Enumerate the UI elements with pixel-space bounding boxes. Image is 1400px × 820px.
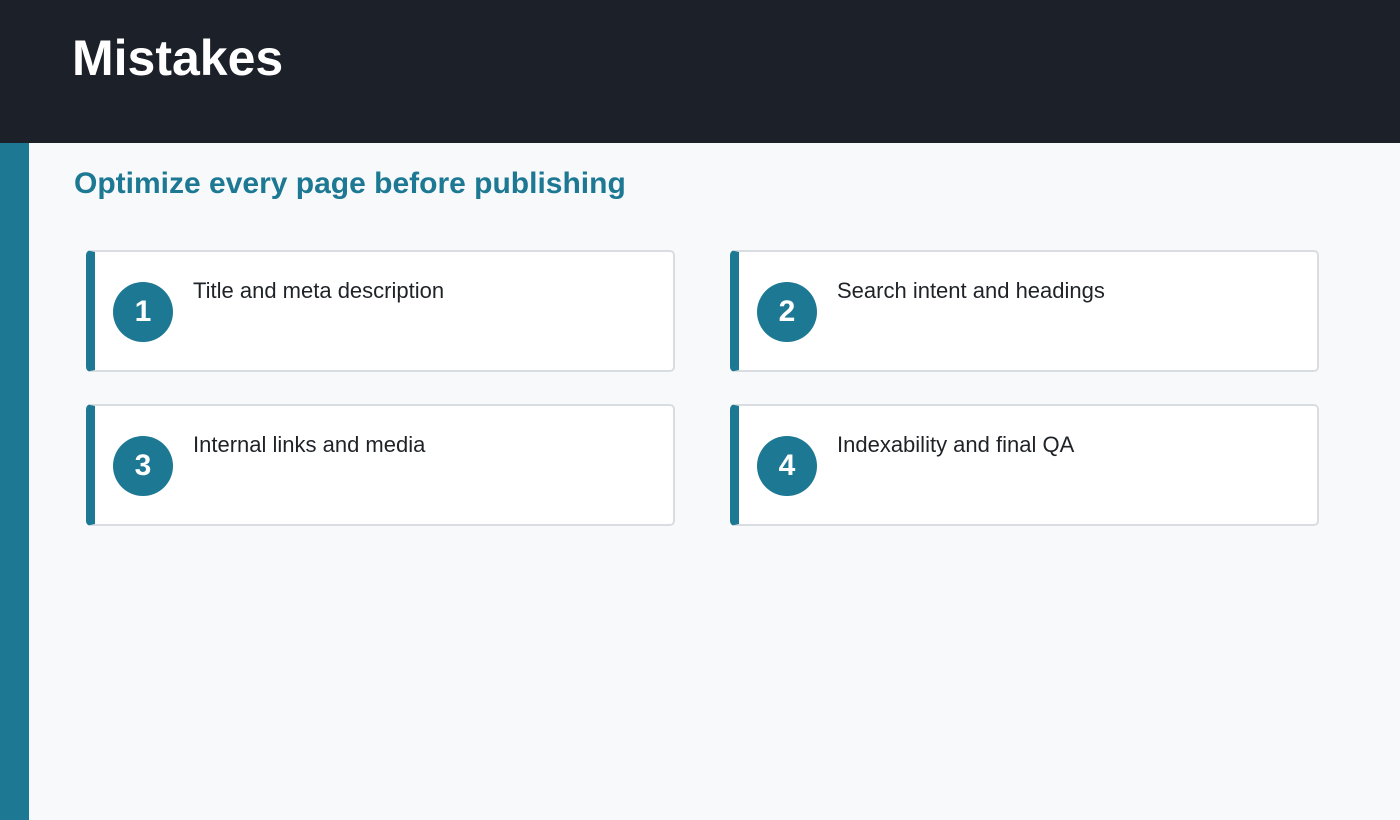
header-bar: Mistakes — [0, 0, 1400, 143]
side-accent-bar — [0, 143, 29, 820]
step-number-badge: 4 — [757, 436, 817, 496]
checklist-card-3: 3 Internal links and media — [86, 404, 675, 526]
step-number-badge: 3 — [113, 436, 173, 496]
checklist-card-1: 1 Title and meta description — [86, 250, 675, 372]
step-number-badge: 1 — [113, 282, 173, 342]
section-subtitle: Optimize every page before publishing — [74, 167, 626, 200]
checklist-card-2: 2 Search intent and headings — [730, 250, 1319, 372]
checklist-item-label: Indexability and final QA — [837, 432, 1075, 457]
checklist-card-4: 4 Indexability and final QA — [730, 404, 1319, 526]
checklist-item-label: Title and meta description — [193, 278, 445, 303]
checklist-item-label: Search intent and headings — [837, 278, 1105, 303]
step-number-badge: 2 — [757, 282, 817, 342]
checklist-item-label: Internal links and media — [193, 432, 426, 457]
page-title: Mistakes — [72, 30, 284, 86]
